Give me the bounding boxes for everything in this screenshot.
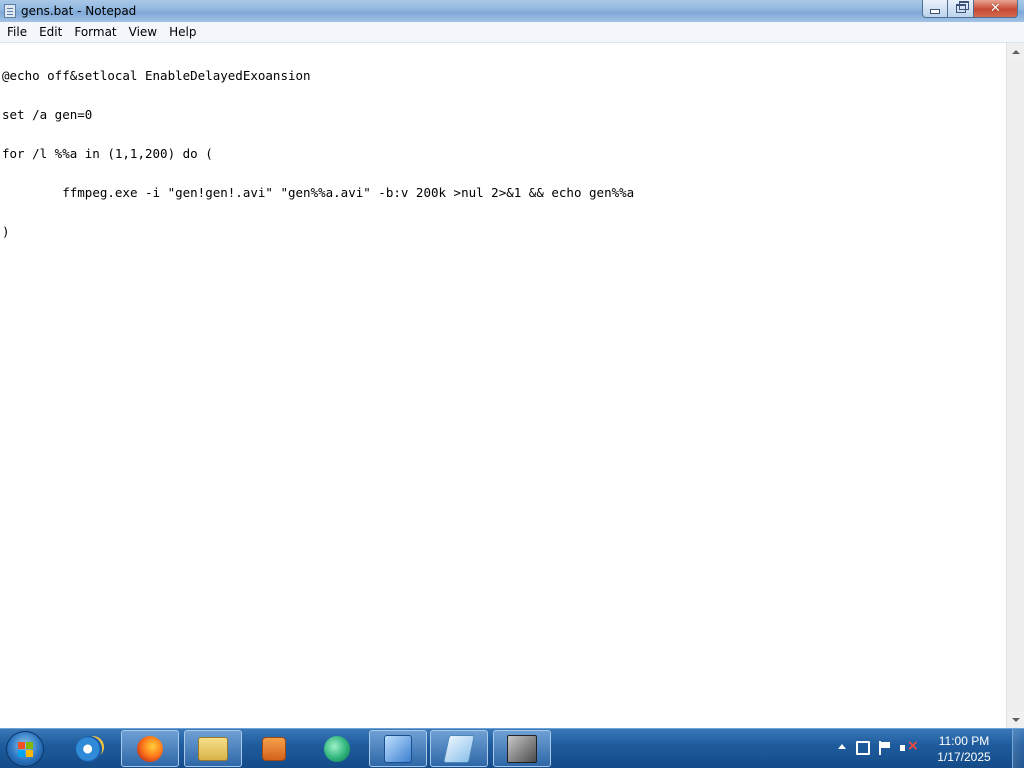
clock-time: 11:00 PM bbox=[938, 734, 990, 748]
chevron-down-icon bbox=[1011, 717, 1020, 722]
taskbar-file-explorer[interactable] bbox=[184, 730, 242, 767]
menu-bar: File Edit Format View Help bbox=[0, 22, 1024, 43]
minimize-icon bbox=[930, 9, 940, 14]
menu-format[interactable]: Format bbox=[68, 22, 122, 42]
text-line-4: ffmpeg.exe -i "gen!gen!.avi" "gen%%a.avi… bbox=[2, 185, 635, 200]
show-desktop-button[interactable] bbox=[1012, 729, 1024, 768]
taskbar-tool-app[interactable] bbox=[369, 730, 427, 767]
text-content: @echo off&setlocal EnableDelayedExoansio… bbox=[0, 43, 1006, 264]
text-line-1: @echo off&setlocal EnableDelayedExoansio… bbox=[2, 68, 311, 83]
menu-help[interactable]: Help bbox=[163, 22, 202, 42]
taskbar-internet-explorer[interactable] bbox=[60, 730, 118, 767]
text-line-5: ) bbox=[2, 224, 10, 239]
taskbar-notepad[interactable] bbox=[430, 730, 488, 767]
firefox-icon bbox=[137, 735, 163, 762]
scroll-down-button[interactable] bbox=[1007, 711, 1024, 728]
taskbar-cube-app[interactable] bbox=[493, 730, 551, 767]
vertical-scrollbar[interactable] bbox=[1006, 43, 1024, 728]
window-title: gens.bat - Notepad bbox=[21, 4, 137, 18]
clock-date: 1/17/2025 bbox=[937, 750, 991, 764]
chevron-up-icon bbox=[1011, 49, 1020, 54]
scroll-up-button[interactable] bbox=[1007, 43, 1024, 60]
notepad-window: gens.bat - Notepad ✕ File Edit Format Vi… bbox=[0, 0, 1024, 728]
start-button[interactable] bbox=[6, 731, 44, 767]
text-line-3: for /l %%a in (1,1,200) do ( bbox=[2, 146, 213, 161]
volume-muted-icon[interactable] bbox=[900, 738, 919, 755]
close-button[interactable]: ✕ bbox=[974, 0, 1018, 18]
file-explorer-icon bbox=[198, 736, 228, 761]
restore-icon bbox=[955, 1, 969, 13]
text-line-2: set /a gen=0 bbox=[2, 107, 93, 122]
tool-app-icon bbox=[384, 734, 412, 763]
notepad-icon bbox=[4, 4, 16, 18]
windows-logo-icon bbox=[18, 742, 34, 758]
minimize-button[interactable] bbox=[922, 0, 948, 18]
chat-app-icon bbox=[324, 735, 350, 762]
network-icon[interactable] bbox=[856, 741, 870, 755]
taskbar-chat-app[interactable] bbox=[308, 730, 366, 767]
cube-app-icon bbox=[507, 734, 537, 763]
taskbar: 11:00 PM 1/17/2025 bbox=[0, 728, 1024, 768]
clock[interactable]: 11:00 PM 1/17/2025 bbox=[926, 733, 1002, 765]
internet-explorer-icon bbox=[76, 735, 102, 762]
taskbar-firefox[interactable] bbox=[121, 730, 179, 767]
notepad-icon bbox=[443, 734, 475, 763]
action-center-flag-icon[interactable] bbox=[878, 741, 892, 755]
menu-edit[interactable]: Edit bbox=[33, 22, 68, 42]
system-tray: 11:00 PM 1/17/2025 bbox=[834, 729, 1024, 768]
text-editor[interactable]: @echo off&setlocal EnableDelayedExoansio… bbox=[0, 43, 1006, 728]
caption-buttons: ✕ bbox=[922, 0, 1018, 19]
menu-view[interactable]: View bbox=[123, 22, 163, 42]
media-player-icon bbox=[262, 736, 286, 761]
menu-file[interactable]: File bbox=[0, 22, 33, 42]
close-icon: ✕ bbox=[990, 1, 1001, 16]
show-hidden-icons-icon[interactable] bbox=[838, 744, 846, 749]
title-bar[interactable]: gens.bat - Notepad ✕ bbox=[0, 0, 1024, 23]
taskbar-media-player[interactable] bbox=[245, 730, 303, 767]
maximize-button[interactable] bbox=[948, 0, 974, 18]
